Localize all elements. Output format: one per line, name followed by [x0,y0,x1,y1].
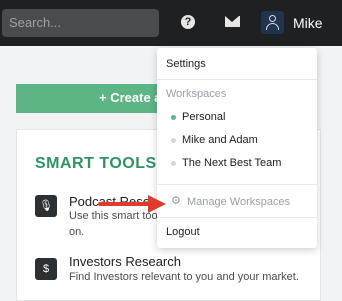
account-dropdown: Settings Workspaces Personal Mike and Ad… [157,48,317,248]
microphone-icon: 🎙 [35,195,57,217]
smart-tools-title: SMART TOOLS [35,155,157,172]
user-body-icon [266,23,279,30]
search-placeholder: Search... [9,15,62,30]
create-button-label: + Create a [99,90,162,105]
workspace-mike-and-adam[interactable]: Mike and Adam [182,134,258,146]
divider [157,184,317,185]
dollar-icon: $ [35,258,57,280]
workspaces-header: Workspaces [166,88,227,100]
divider [157,217,317,218]
username[interactable]: Mike [293,15,323,31]
avatar[interactable] [261,11,284,34]
menu-item-settings[interactable]: Settings [166,58,206,70]
inactive-dot-icon [171,138,176,143]
inactive-dot-icon [171,161,176,166]
divider [157,79,317,80]
top-bar: Search... ? Mike [0,0,342,46]
menu-item-manage-workspaces[interactable]: Manage Workspaces [187,196,290,208]
tool-desc-podcast-2: on. [69,226,85,238]
tool-desc-investors: Find Investors relevant to you and your … [69,271,299,283]
user-head-icon [269,15,276,22]
search-input[interactable]: Search... [2,9,159,37]
active-dot-icon [171,115,176,120]
menu-item-logout[interactable]: Logout [166,226,200,238]
tool-title-investors[interactable]: Investors Research [69,254,181,269]
workspace-next-best-team[interactable]: The Next Best Team [182,157,281,169]
mail-icon[interactable] [225,16,240,27]
help-icon[interactable]: ? [181,15,195,29]
annotation-arrow-icon [98,195,166,213]
gear-icon: ⚙ [171,195,181,207]
workspace-personal[interactable]: Personal [182,111,225,123]
